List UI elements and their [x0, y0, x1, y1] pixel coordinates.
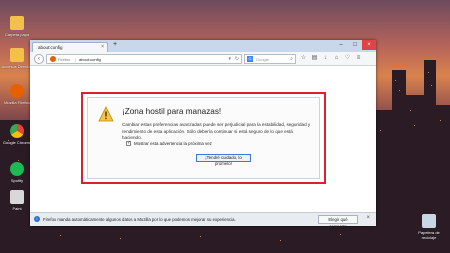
- show-warning-checkbox[interactable]: [126, 140, 131, 146]
- search-placeholder: Google: [256, 57, 269, 62]
- home-icon[interactable]: ⌂: [333, 55, 340, 62]
- recycle-bin-icon: [422, 214, 436, 228]
- desktop-icon-chrome[interactable]: Google Chrome: [0, 124, 34, 145]
- google-icon: G: [247, 56, 253, 62]
- tab-bar: about:config × + – □ ×: [30, 40, 376, 52]
- info-icon: i: [34, 216, 40, 222]
- download-icon[interactable]: ↓: [322, 55, 329, 62]
- notification-bar: i Firefox manda automáticamente algunos …: [30, 212, 376, 229]
- tab-close-icon[interactable]: ×: [101, 44, 104, 50]
- folder-icon: [10, 16, 24, 30]
- toolbar-icons: ☆ ▤ ↓ ⌂ ♡ ≡: [300, 55, 362, 62]
- chevron-down-icon[interactable]: ▾: [228, 56, 231, 62]
- pocket-icon[interactable]: ♡: [344, 55, 351, 62]
- desktop-icon-label: Mozilla Firefox: [4, 100, 30, 105]
- spotify-icon: [10, 162, 24, 176]
- desktop-icon-spotify[interactable]: Spotify: [0, 162, 34, 183]
- tab-about-config[interactable]: about:config ×: [32, 42, 108, 52]
- desktop-icon-accesos[interactable]: Accesos Directos: [0, 48, 34, 69]
- warning-description: Cambiar estas preferencias avanzadas pue…: [122, 122, 311, 140]
- chrome-icon: [10, 124, 24, 138]
- warning-panel: ¡Zona hostil para manazas! Cambiar estas…: [87, 97, 320, 179]
- page-content: ¡Zona hostil para manazas! Cambiar estas…: [30, 66, 376, 212]
- hamburger-menu-icon[interactable]: ≡: [355, 55, 362, 62]
- firefox-icon: [50, 56, 56, 62]
- search-icon[interactable]: ⌕: [290, 56, 293, 62]
- search-bar[interactable]: G Google ⌕: [244, 54, 296, 64]
- bookmark-star-icon[interactable]: ☆: [300, 55, 307, 62]
- firefox-icon: [10, 84, 24, 98]
- tab-title: about:config: [38, 45, 63, 50]
- show-warning-option: Mostrar esta advertencia la próxima vez: [126, 140, 212, 146]
- show-warning-label[interactable]: Mostrar esta advertencia la próxima vez: [134, 141, 212, 146]
- accept-risk-button[interactable]: ¡Tendré cuidado, lo prometo!: [196, 154, 251, 166]
- warning-icon: [98, 106, 114, 122]
- maximize-button[interactable]: □: [348, 40, 362, 50]
- desktop-icon-label: Google Chrome: [2, 140, 32, 145]
- desktop-icon-label: Papelera de reciclaje: [418, 230, 440, 240]
- url-separator: |: [75, 57, 77, 62]
- back-button[interactable]: ‹: [34, 54, 44, 64]
- close-window-button[interactable]: ×: [362, 40, 376, 50]
- minimize-button[interactable]: –: [334, 40, 348, 50]
- desktop-icon-label: Carpeta papa: [4, 32, 30, 37]
- choose-what-i-share-button[interactable]: Elegir qué comparto: [318, 215, 358, 229]
- url-text[interactable]: about:config: [79, 57, 101, 62]
- desktop-icon-carpeta[interactable]: Carpeta papa: [0, 16, 34, 37]
- new-tab-button[interactable]: +: [113, 41, 117, 48]
- desktop-icon-label: Accesos Directos: [1, 64, 33, 69]
- identity-label: Firefox: [58, 57, 71, 62]
- notification-message: Firefox manda automáticamente algunos da…: [43, 217, 236, 222]
- reading-list-icon[interactable]: ▤: [311, 55, 318, 62]
- window-controls: – □ ×: [334, 40, 376, 50]
- url-bar[interactable]: Firefox | about:config ▾ ↻: [46, 54, 242, 64]
- desktop-icon-firefox[interactable]: Mozilla Firefox: [0, 84, 34, 105]
- reload-icon[interactable]: ↻: [235, 56, 239, 62]
- desktop-icon-label: Paint: [12, 206, 22, 211]
- warning-title: ¡Zona hostil para manazas!: [122, 107, 222, 116]
- navigation-toolbar: ‹ Firefox | about:config ▾ ↻ G Google ⌕ …: [30, 52, 376, 66]
- close-notification-icon[interactable]: ×: [366, 215, 370, 221]
- firefox-window: about:config × + – □ × ‹ Firefox | about…: [30, 40, 376, 229]
- desktop-icon-recycle-bin[interactable]: Papelera de reciclaje: [412, 214, 446, 240]
- desktop-icon-label: Spotify: [10, 178, 24, 183]
- warning-highlight: ¡Zona hostil para manazas! Cambiar estas…: [81, 92, 326, 184]
- desktop-icon-paint[interactable]: Paint: [0, 190, 34, 211]
- paint-icon: [10, 190, 24, 204]
- folder-icon: [10, 48, 24, 62]
